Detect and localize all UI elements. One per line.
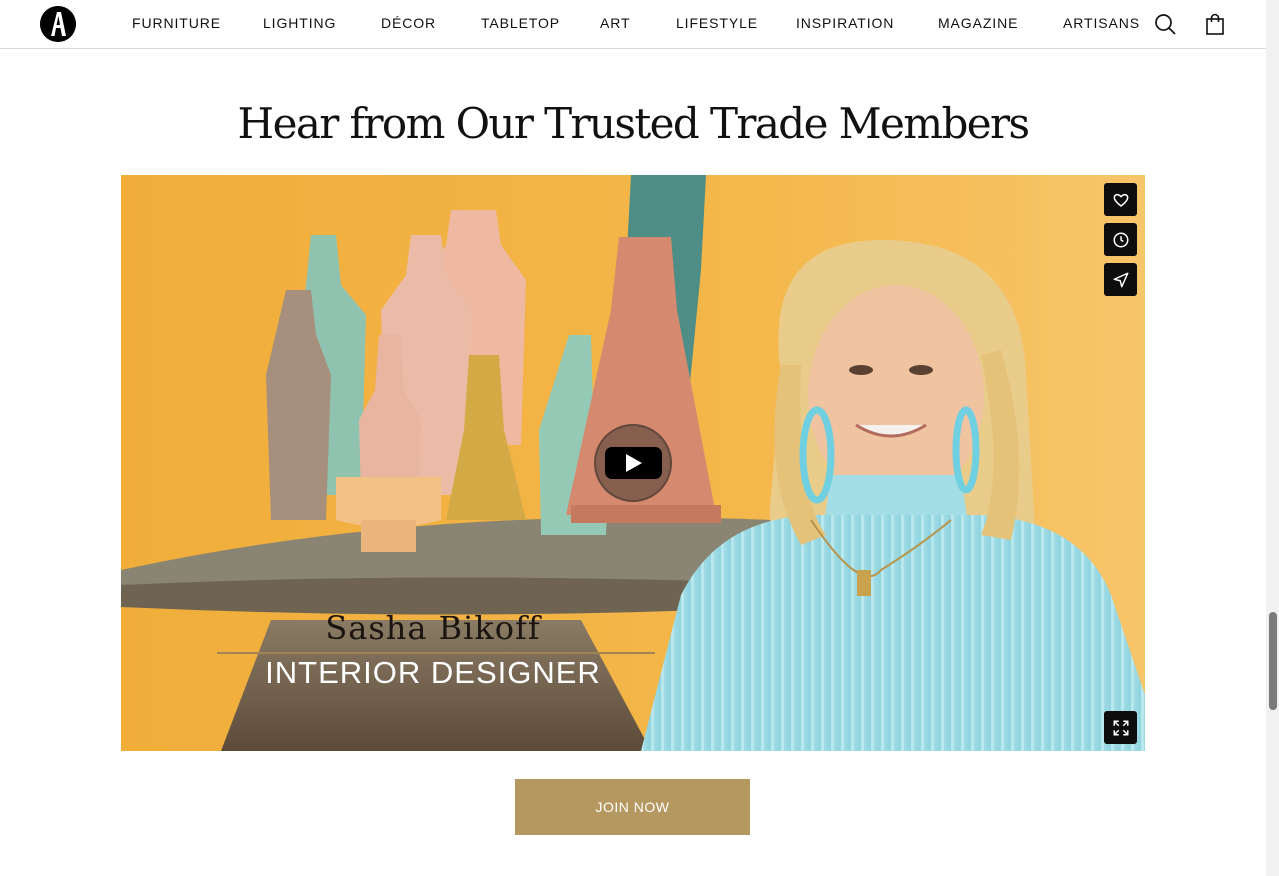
site-header: FURNITURE LIGHTING DÉCOR TABLETOP ART LI…: [0, 0, 1266, 49]
play-icon: [604, 447, 662, 479]
nav-item-inspiration[interactable]: INSPIRATION: [796, 15, 894, 31]
play-button[interactable]: [594, 424, 672, 502]
nav-item-lighting[interactable]: LIGHTING: [263, 15, 336, 31]
section-title: Hear from Our Trusted Trade Members: [237, 99, 1031, 148]
caption-divider: [217, 652, 655, 654]
brand-logo-icon[interactable]: [40, 6, 76, 42]
nav-item-furniture[interactable]: FURNITURE: [132, 15, 221, 31]
fullscreen-icon[interactable]: [1104, 711, 1137, 744]
join-now-button[interactable]: JOIN NOW: [515, 779, 750, 835]
caption-role: INTERIOR DESIGNER: [265, 655, 601, 690]
page-scrollbar[interactable]: [1266, 0, 1279, 876]
testimonial-video[interactable]: Sasha Bikoff INTERIOR DESIGNER: [121, 175, 1145, 751]
send-icon[interactable]: [1104, 263, 1137, 296]
nav-item-lifestyle[interactable]: LIFESTYLE: [676, 15, 758, 31]
clock-icon[interactable]: [1104, 223, 1137, 256]
nav-item-art[interactable]: ART: [600, 15, 630, 31]
shopping-bag-icon[interactable]: [1203, 12, 1227, 36]
scrollbar-thumb[interactable]: [1269, 612, 1277, 710]
search-icon[interactable]: [1153, 12, 1177, 36]
nav-item-artisans[interactable]: ARTISANS: [1063, 15, 1140, 31]
caption-name: Sasha Bikoff: [325, 609, 541, 647]
nav-item-tabletop[interactable]: TABLETOP: [481, 15, 560, 31]
heart-icon[interactable]: [1104, 183, 1137, 216]
nav-item-decor[interactable]: DÉCOR: [381, 15, 436, 31]
nav-item-magazine[interactable]: MAGAZINE: [938, 15, 1018, 31]
